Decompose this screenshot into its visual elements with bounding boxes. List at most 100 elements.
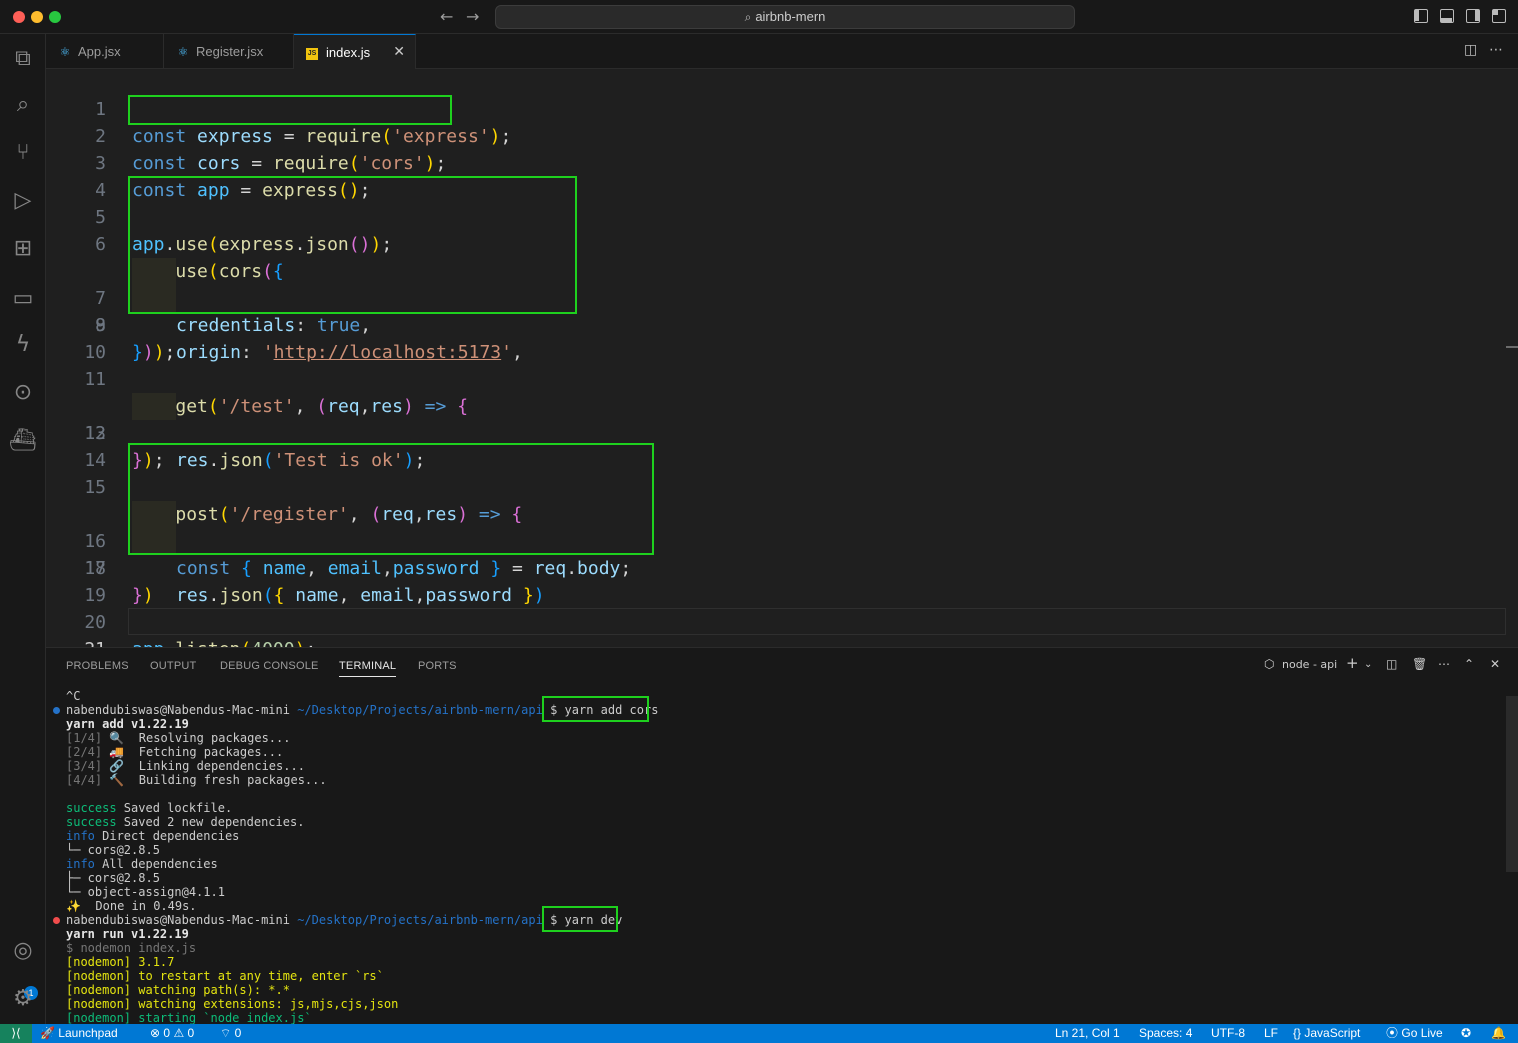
settings-gear-icon[interactable]: ⚙ bbox=[8, 984, 38, 1014]
broadcast-icon: ⦿ bbox=[1386, 1026, 1399, 1040]
split-editor-icon[interactable]: ◫ bbox=[1464, 42, 1477, 58]
highlight-box-register-route bbox=[128, 443, 654, 555]
terminal-line: [nodemon] to restart at any time, enter … bbox=[66, 969, 384, 983]
docker-icon[interactable]: ⛴ bbox=[8, 426, 38, 456]
tab-label: index.js bbox=[326, 45, 371, 60]
cursor-position[interactable]: Ln 21, Col 1 bbox=[1055, 1024, 1120, 1043]
tab-register-jsx[interactable]: ⚛ Register.jsx bbox=[164, 34, 294, 69]
back-arrow-icon[interactable]: ← bbox=[440, 7, 453, 26]
terminal-icon: ⬡ bbox=[1264, 657, 1275, 671]
notifications-bell-icon[interactable]: 🔔 bbox=[1491, 1024, 1506, 1043]
editor-tab-bar: ⚛ App.jsx ⚛ Register.jsx JS index.js ✕ ◫ ⋯ bbox=[46, 34, 1518, 69]
terminal-line: [nodemon] 3.1.7 bbox=[66, 955, 175, 969]
code-editor[interactable]: 1 const express = require('express'); 2 … bbox=[46, 69, 1518, 660]
terminal-prompt-line: nabendubiswas@Nabendus-Mac-mini ~/Deskto… bbox=[66, 913, 623, 927]
command-error-dot[interactable] bbox=[53, 917, 60, 924]
indentation[interactable]: Spaces: 4 bbox=[1139, 1024, 1192, 1043]
terminal-line: [nodemon] watching path(s): *.* bbox=[66, 983, 290, 997]
command-success-dot[interactable] bbox=[53, 707, 60, 714]
launchpad-item[interactable]: 🚀 Launchpad bbox=[40, 1024, 118, 1043]
tab-terminal[interactable]: TERMINAL bbox=[339, 660, 397, 677]
workspace-name: airbnb-mern bbox=[755, 9, 826, 24]
title-bar: ← → ⌕ airbnb-mern bbox=[0, 0, 1518, 34]
close-window-button[interactable] bbox=[13, 11, 25, 23]
js-icon: JS bbox=[306, 47, 318, 60]
more-actions-icon[interactable]: ⋯ bbox=[1489, 42, 1503, 58]
terminal-scrollbar[interactable] bbox=[1506, 696, 1518, 872]
code-line: 3 const app = express(); bbox=[46, 123, 1506, 201]
ports-item[interactable]: ⌔ 0 bbox=[220, 1024, 241, 1043]
code-line: 4 bbox=[46, 150, 1506, 201]
scrollbar-marker bbox=[1506, 346, 1518, 348]
close-panel-icon[interactable]: ✕ bbox=[1490, 657, 1500, 671]
terminal-line: ✨ Done in 0.49s. bbox=[66, 899, 197, 913]
more-actions-icon[interactable]: ⋯ bbox=[1438, 657, 1450, 671]
terminal-line: [nodemon] starting `node index.js` bbox=[66, 1011, 312, 1025]
terminal-name[interactable]: node - api bbox=[1282, 658, 1337, 671]
code-line: 13 }); bbox=[46, 393, 1506, 471]
encoding[interactable]: UTF-8 bbox=[1211, 1024, 1245, 1043]
split-terminal-icon[interactable]: ◫ bbox=[1386, 657, 1397, 671]
status-bar: ⟩⟨ 🚀 Launchpad ⊗ 0 ⚠ 0 ⌔ 0 Ln 21, Col 1 … bbox=[0, 1024, 1518, 1043]
rocket-icon: 🚀 bbox=[40, 1026, 55, 1040]
command-center-search[interactable]: ⌕ airbnb-mern bbox=[495, 5, 1075, 29]
toggle-sidebar-icon[interactable] bbox=[1414, 9, 1428, 23]
remote-indicator-icon[interactable]: ⟩⟨ bbox=[0, 1024, 32, 1043]
highlight-box-cors-require bbox=[128, 95, 452, 125]
source-control-icon[interactable]: ⑂ bbox=[8, 138, 38, 168]
terminal-line: [4/4] 🔨 Building fresh packages... bbox=[66, 773, 327, 787]
tab-index-js[interactable]: JS index.js ✕ bbox=[294, 34, 416, 69]
terminal-line: info Direct dependencies bbox=[66, 829, 240, 843]
maximize-panel-icon[interactable]: ⌃ bbox=[1464, 657, 1474, 671]
run-debug-icon[interactable]: ▷ bbox=[8, 186, 38, 216]
terminal-line: success Saved 2 new dependencies. bbox=[66, 815, 305, 829]
tab-debug-console[interactable]: DEBUG CONSOLE bbox=[220, 660, 319, 672]
terminal-line: [2/4] 🚚 Fetching packages... bbox=[66, 745, 284, 759]
chevron-down-icon[interactable]: ⌄ bbox=[1364, 659, 1372, 670]
highlight-box-yarn-dev bbox=[542, 906, 618, 932]
thunder-client-icon[interactable]: ϟ bbox=[8, 330, 38, 360]
new-terminal-icon[interactable]: + bbox=[1346, 654, 1359, 672]
terminal-line: [3/4] 🔗 Linking dependencies... bbox=[66, 759, 305, 773]
tab-label: App.jsx bbox=[78, 44, 121, 59]
end-of-line[interactable]: LF bbox=[1264, 1024, 1278, 1043]
antenna-icon: ⌔ bbox=[220, 1026, 232, 1040]
remote-explorer-icon[interactable]: ▭ bbox=[8, 284, 38, 314]
tab-problems[interactable]: PROBLEMS bbox=[66, 660, 129, 672]
highlight-box-yarn-add bbox=[542, 696, 649, 722]
git-graph-icon[interactable]: ⊙ bbox=[8, 378, 38, 408]
explorer-icon[interactable]: ⧉ bbox=[8, 44, 38, 74]
terminal-line: ├─ cors@2.8.5 bbox=[66, 871, 160, 885]
terminal-line: info All dependencies bbox=[66, 857, 218, 871]
terminal-line: ^C bbox=[66, 689, 81, 703]
terminal-line: yarn run v1.22.19 bbox=[66, 927, 189, 941]
accounts-icon[interactable]: ◎ bbox=[8, 936, 38, 966]
terminal-line: [nodemon] watching extensions: js,mjs,cj… bbox=[66, 997, 399, 1011]
tab-ports[interactable]: PORTS bbox=[418, 660, 457, 672]
problems-item[interactable]: ⊗ 0 ⚠ 0 bbox=[150, 1024, 194, 1043]
language-mode[interactable]: {} JavaScript bbox=[1293, 1024, 1360, 1043]
error-icon: ⊗ bbox=[150, 1026, 161, 1040]
terminal-line: └─ cors@2.8.5 bbox=[66, 843, 160, 857]
tab-label: Register.jsx bbox=[196, 44, 264, 59]
close-tab-icon[interactable]: ✕ bbox=[393, 35, 405, 70]
search-icon[interactable]: ⌕ bbox=[8, 90, 38, 120]
go-live-button[interactable]: ⦿ Go Live bbox=[1386, 1024, 1443, 1043]
code-line: 11 app.get('/test', (req,res) => { bbox=[46, 339, 1506, 417]
bottom-panel: PROBLEMS OUTPUT DEBUG CONSOLE TERMINAL P… bbox=[46, 647, 1518, 1025]
copilot-icon[interactable]: ✪ bbox=[1461, 1024, 1471, 1043]
maximize-window-button[interactable] bbox=[49, 11, 61, 23]
forward-arrow-icon[interactable]: → bbox=[466, 7, 479, 26]
activity-bar: ⧉ ⌕ ⑂ ▷ ⊞ ▭ ϟ ⊙ ⛴ ◎ 1 ⚙ bbox=[0, 34, 46, 1024]
toggle-secondary-sidebar-icon[interactable] bbox=[1466, 9, 1480, 23]
toggle-panel-icon[interactable] bbox=[1440, 9, 1454, 23]
tab-output[interactable]: OUTPUT bbox=[150, 660, 196, 672]
terminal-line: [1/4] 🔍 Resolving packages... bbox=[66, 731, 291, 745]
trash-icon[interactable]: 🗑 bbox=[1412, 657, 1427, 671]
warning-icon: ⚠ bbox=[173, 1026, 185, 1040]
braces-icon: {} bbox=[1293, 1026, 1302, 1040]
tab-app-jsx[interactable]: ⚛ App.jsx bbox=[46, 34, 164, 69]
extensions-icon[interactable]: ⊞ bbox=[8, 234, 38, 264]
minimize-window-button[interactable] bbox=[31, 11, 43, 23]
customize-layout-icon[interactable] bbox=[1492, 9, 1506, 23]
